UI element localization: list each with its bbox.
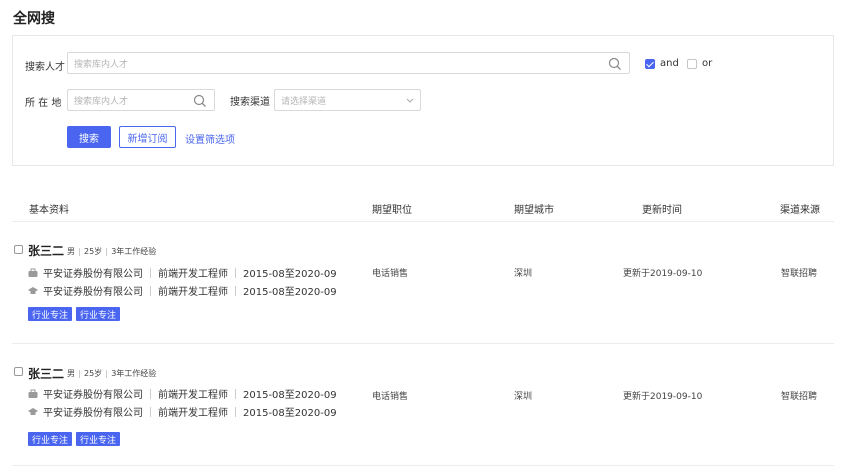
- and-label: and: [660, 58, 679, 69]
- chevron-down-icon[interactable]: [406, 98, 414, 103]
- work-position: 前端开发工程师: [158, 269, 228, 280]
- expected-position: 电话销售: [372, 392, 409, 402]
- candidate-gender: 男: [67, 369, 75, 378]
- edu-period: 2015-08至2020-09: [243, 408, 337, 419]
- expected-city: 深圳: [514, 392, 533, 402]
- channel-placeholder: 请选择渠道: [281, 97, 327, 107]
- candidate-age: 25岁: [84, 247, 103, 256]
- or-option[interactable]: or: [687, 58, 712, 69]
- work-period: 2015-08至2020-09: [243, 269, 337, 280]
- candidate-gender: 男: [67, 247, 75, 256]
- location-placeholder: 搜索库内人才: [74, 97, 129, 107]
- header-updated-time: 更新时间: [642, 205, 682, 216]
- edu-company: 平安证券股份有限公司: [43, 287, 143, 298]
- work-history: 平安证券股份有限公司 前端开发工程师 2015-08至2020-09: [28, 386, 337, 401]
- edu-position: 前端开发工程师: [158, 408, 228, 419]
- source-channel: 智联招聘: [781, 269, 818, 279]
- candidate-age: 25岁: [84, 369, 103, 378]
- source-channel: 智联招聘: [781, 392, 818, 402]
- candidate-meta: 男 25岁 3年工作经验: [67, 368, 156, 379]
- education-history: 平安证券股份有限公司 前端开发工程师 2015-08至2020-09: [28, 283, 337, 298]
- work-company: 平安证券股份有限公司: [43, 390, 143, 401]
- row-divider: [12, 465, 834, 466]
- expected-position: 电话销售: [372, 269, 409, 279]
- graduation-cap-icon: [28, 286, 38, 294]
- magnifier-icon[interactable]: [608, 57, 622, 71]
- work-company: 平安证券股份有限公司: [43, 269, 143, 280]
- add-subscription-button[interactable]: 新增订阅: [119, 126, 176, 148]
- education-history: 平安证券股份有限公司 前端开发工程师 2015-08至2020-09: [28, 404, 337, 419]
- header-basic-info: 基本资料: [29, 205, 69, 216]
- briefcase-icon: [28, 268, 38, 277]
- industry-tag: 行业专注: [76, 307, 121, 321]
- industry-tag: 行业专注: [28, 432, 73, 446]
- channel-select[interactable]: 请选择渠道: [274, 89, 421, 111]
- talent-search-placeholder: 搜索库内人才: [74, 60, 129, 70]
- header-source: 渠道来源: [780, 205, 820, 216]
- filter-settings-link[interactable]: 设置筛选项: [185, 131, 235, 146]
- updated-time: 更新于2019-09-10: [623, 392, 703, 402]
- edu-company: 平安证券股份有限公司: [43, 408, 143, 419]
- search-button[interactable]: 搜索: [67, 126, 111, 148]
- or-label: or: [702, 58, 713, 69]
- and-option[interactable]: and: [645, 58, 679, 69]
- updated-time: 更新于2019-09-10: [623, 269, 703, 279]
- edu-period: 2015-08至2020-09: [243, 287, 337, 298]
- industry-tag: 行业专注: [76, 432, 121, 446]
- row-checkbox[interactable]: [14, 367, 23, 376]
- briefcase-icon: [28, 389, 38, 398]
- or-checkbox[interactable]: [687, 58, 697, 69]
- header-expected-position: 期望职位: [372, 205, 412, 216]
- work-history: 平安证券股份有限公司 前端开发工程师 2015-08至2020-09: [28, 265, 337, 280]
- table-row: 张三二 男 25岁 3年工作经验 平安证券股份有限公司 前端开发工程师 2015…: [12, 365, 834, 455]
- candidate-experience: 3年工作经验: [111, 247, 157, 256]
- candidate-name[interactable]: 张三二: [28, 242, 64, 259]
- table-row: 张三二 男 25岁 3年工作经验 平安证券股份有限公司 前端开发工程师 2015…: [12, 240, 834, 330]
- talent-search-label: 搜索人才: [25, 62, 65, 73]
- location-input[interactable]: 搜索库内人才: [67, 89, 215, 111]
- talent-search-input[interactable]: 搜索库内人才: [67, 52, 630, 74]
- magnifier-icon[interactable]: [193, 94, 207, 108]
- candidate-experience: 3年工作经验: [111, 369, 157, 378]
- and-checkbox[interactable]: [645, 58, 655, 69]
- search-panel: 搜索人才 搜索库内人才 and or 所 在 地 搜索库内人才 搜索渠道 请选择…: [12, 35, 834, 166]
- work-position: 前端开发工程师: [158, 390, 228, 401]
- graduation-cap-icon: [28, 407, 38, 415]
- candidate-name[interactable]: 张三二: [28, 365, 64, 382]
- channel-label: 搜索渠道: [230, 97, 270, 108]
- expected-city: 深圳: [514, 269, 533, 279]
- row-divider: [12, 343, 834, 344]
- industry-tag: 行业专注: [28, 307, 73, 321]
- row-checkbox[interactable]: [14, 245, 23, 254]
- page-title: 全网搜: [13, 11, 55, 27]
- edu-position: 前端开发工程师: [158, 287, 228, 298]
- header-divider: [12, 221, 834, 222]
- header-expected-city: 期望城市: [514, 205, 554, 216]
- work-period: 2015-08至2020-09: [243, 390, 337, 401]
- candidate-meta: 男 25岁 3年工作经验: [67, 246, 156, 257]
- location-label: 所 在 地: [25, 98, 62, 109]
